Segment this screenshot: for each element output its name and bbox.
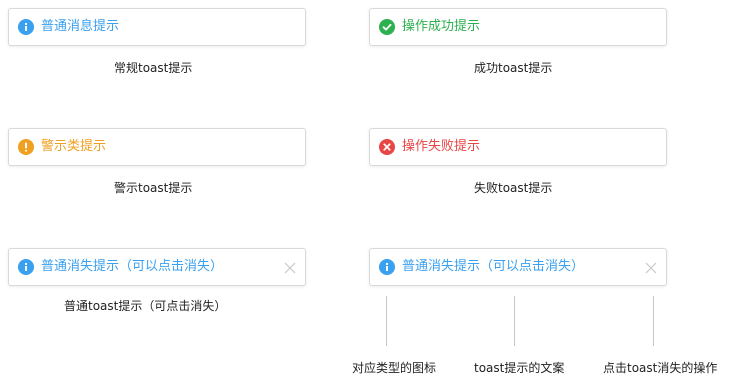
closable-toast: 普通消失提示（可以点击消失）: [8, 248, 306, 286]
text-leader-line: [514, 296, 515, 346]
toast-message: 警示类提示: [41, 139, 107, 154]
toast-message: 普通消失提示（可以点击消失）: [402, 259, 585, 274]
caption-warning: 警示toast提示: [114, 181, 193, 195]
toast-message: 普通消息提示: [41, 19, 120, 34]
info-icon: [18, 19, 34, 35]
success-toast: 操作成功提示: [369, 8, 667, 46]
warning-icon: [18, 139, 34, 155]
warning-toast: 警示类提示: [8, 128, 306, 166]
caption-closable: 普通toast提示（可点击消失）: [64, 299, 227, 313]
info-toast: 普通消息提示: [8, 8, 306, 46]
caption-info: 常规toast提示: [114, 61, 193, 75]
info-icon: [18, 259, 34, 275]
caption-error: 失败toast提示: [474, 181, 553, 195]
error-icon: [379, 139, 395, 155]
toast-message: 操作失败提示: [402, 139, 481, 154]
icon-leader-line: [386, 296, 387, 346]
annotation-icon: 对应类型的图标: [352, 361, 437, 375]
check-icon: [379, 19, 395, 35]
close-leader-line: [653, 296, 654, 346]
toast-message: 普通消失提示（可以点击消失）: [41, 259, 224, 274]
annotation-text: toast提示的文案: [474, 361, 565, 375]
closable-toast-annotated: 普通消失提示（可以点击消失）: [369, 248, 667, 286]
annotation-close: 点击toast消失的操作: [603, 361, 718, 375]
caption-success: 成功toast提示: [474, 61, 553, 75]
close-icon[interactable]: [644, 260, 658, 274]
toast-message: 操作成功提示: [402, 19, 481, 34]
info-icon: [379, 259, 395, 275]
close-icon[interactable]: [283, 260, 297, 274]
error-toast: 操作失败提示: [369, 128, 667, 166]
